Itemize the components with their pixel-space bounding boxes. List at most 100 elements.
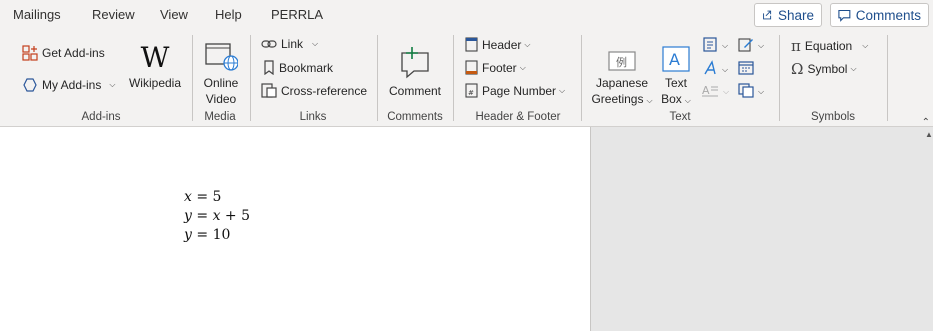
chevron-down-icon: ⌵ [684,96,691,105]
bookmark-label: Bookmark [279,60,334,75]
group-separator [250,35,251,121]
japanese-greetings-icon: 例 [608,37,636,73]
chevron-down-icon: ⌵ [559,85,566,95]
document-area: x = 5 y = x + 5 y = 10 ▲ [0,127,933,331]
group-label-text: Text [669,111,691,123]
chevron-down-icon: ⌵ [646,96,653,105]
footer-icon [465,60,478,75]
svg-text:A: A [669,50,680,69]
get-addins-button[interactable]: Get Add-ins [22,45,105,61]
drop-cap-icon: A [702,83,719,101]
group-separator [453,35,454,121]
page-number-button[interactable]: # Page Number ⌵ [465,83,565,98]
group-label-comments: Comments [387,111,443,123]
link-label: Link [281,37,304,51]
wikipedia-button[interactable]: W Wikipedia [128,37,182,91]
japanese-greetings-label-1: Japanese [595,76,649,90]
signature-line-button[interactable]: ⌵ [738,37,764,55]
japanese-greetings-label-2-text: Greetings [591,92,644,106]
equation-variable: y [184,208,192,224]
text-box-label-1: Text [664,76,687,90]
tab-help[interactable]: Help [215,7,242,22]
wikipedia-label: Wikipedia [128,76,182,90]
wikipedia-icon: W [140,41,170,74]
addin-hexagon-icon [22,77,38,93]
wordart-button[interactable]: ⌵ [702,60,728,79]
calendar-icon [738,60,754,78]
tab-review[interactable]: Review [92,7,135,22]
text-box-label-2: Box ⌵ [661,91,691,109]
equation-line-2[interactable]: y = x + 5 [184,208,250,224]
group-label-links: Links [299,111,327,123]
drop-cap-button[interactable]: A ⌵ [702,83,729,101]
group-separator [779,35,780,121]
equation-label: Equation [804,39,853,53]
comment-icon [838,9,851,22]
symbol-button[interactable]: Ω Symbol ⌵ [791,60,857,78]
online-video-icon [204,37,238,73]
cross-reference-label: Cross-reference [281,83,368,98]
chevron-down-icon: ⌵ [862,41,869,50]
tab-perrla[interactable]: PERRLA [271,7,323,22]
online-video-button[interactable]: Online Video [200,37,242,107]
my-addins-label: My Add-ins [42,78,102,92]
group-label-media: Media [204,111,236,123]
equation-variable: x [212,208,221,224]
chevron-down-icon: ⌵ [722,41,729,50]
footer-button[interactable]: Footer ⌵ [465,60,526,75]
equation-value: + 5 [224,208,251,224]
group-separator [887,35,888,121]
japanese-greetings-button[interactable]: 例 Japanese Greetings ⌵ [590,37,654,109]
footer-label: Footer [482,60,517,75]
chevron-down-icon: ⌵ [723,87,730,96]
tab-view[interactable]: View [160,7,188,22]
page-number-label: Page Number [482,83,557,98]
equation-variable: y [184,227,192,243]
svg-text:例: 例 [616,55,627,69]
link-icon [261,38,277,50]
wordart-icon [702,60,718,79]
comments-button[interactable]: Comments [830,3,929,27]
japanese-greetings-label-2: Greetings ⌵ [591,91,652,109]
quick-parts-icon [702,37,718,55]
link-button[interactable]: Link ⌵ [261,37,318,51]
group-separator [581,35,582,121]
document-page[interactable]: x = 5 y = x + 5 y = 10 [0,127,591,331]
insert-object-button[interactable]: ⌵ [738,83,764,101]
svg-text:A: A [702,84,710,97]
quick-parts-button[interactable]: ⌵ [702,37,728,55]
comment-label: Comment [388,84,441,98]
chevron-down-icon: ⌵ [109,80,116,89]
text-box-label-2-text: Box [661,92,682,106]
equation-line-1[interactable]: x = 5 [184,189,221,205]
scrollbar-up-arrow[interactable]: ▲ [925,130,933,142]
online-video-label-1: Online [203,76,239,90]
group-label-addins: Add-ins [81,111,121,123]
date-time-button[interactable] [738,60,754,78]
chevron-down-icon: ⌵ [850,64,857,73]
header-icon [465,37,478,52]
new-comment-icon [398,37,432,81]
equation-value: 10 [212,227,231,243]
my-addins-button[interactable]: My Add-ins ⌵ [22,77,115,93]
cross-reference-button[interactable]: Cross-reference [261,83,367,98]
new-comment-button[interactable]: Comment [386,37,444,99]
page-number-icon: # [465,83,478,98]
equation-line-3[interactable]: y = 10 [184,227,230,243]
chevron-down-icon: ⌵ [758,87,765,96]
group-separator [377,35,378,121]
share-label: Share [777,7,814,23]
equation-button[interactable]: π Equation ⌵ [791,37,868,55]
ribbon-insert: Get Add-ins My Add-ins ⌵ W Wikipedia Add… [0,31,933,128]
ribbon-tab-bar: Mailings Review View Help PERRLA Share C… [0,0,933,31]
chevron-down-icon: ⌵ [722,64,729,74]
share-icon [763,10,772,20]
group-separator [192,35,193,121]
bookmark-button[interactable]: Bookmark [263,60,333,75]
tab-mailings[interactable]: Mailings [13,7,61,22]
text-box-button[interactable]: A Text Box ⌵ [656,37,696,109]
header-button[interactable]: Header ⌵ [465,37,530,52]
group-label-header-footer: Header & Footer [475,111,561,123]
share-button[interactable]: Share [754,3,822,27]
comments-label: Comments [855,7,921,23]
